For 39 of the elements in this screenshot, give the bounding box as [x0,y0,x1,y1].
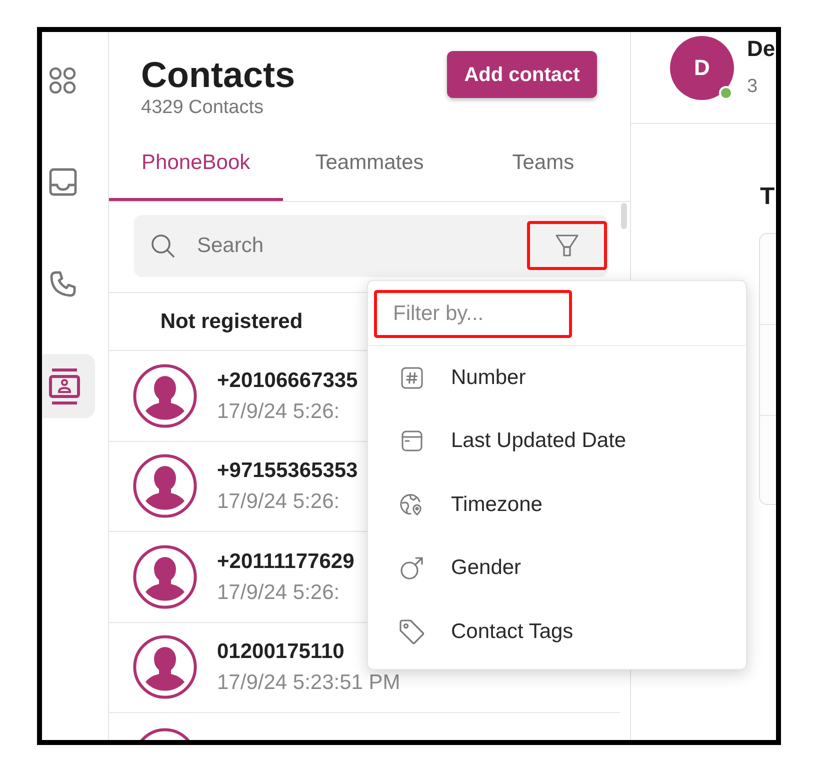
contact-number: +20111177629 [217,548,354,575]
grid-icon [49,66,76,94]
scrollbar-thumb[interactable] [621,203,627,229]
contact-avatar: D [670,36,734,100]
page-title: Contacts [141,55,296,95]
person-avatar-icon [133,544,197,609]
filter-field[interactable]: Filter by... [374,290,572,338]
tab[interactable]: Teams [456,139,630,201]
globe-pin-icon [400,492,424,517]
contact-name: De [747,36,776,62]
contact-number: +20106667335 [217,368,358,394]
tab[interactable]: PhoneBook [109,139,283,201]
filter-button[interactable] [527,221,607,270]
contact-updated-time: 17/9/24 5:23:51 PM [217,670,400,696]
contact-count: 4329 Contacts [141,98,265,118]
contact-number: +97155365353 [217,458,358,484]
male-symbol-icon [400,556,424,580]
tab[interactable]: Teammates [282,139,456,201]
contact-updated-time: 17/9/24 5:26: [217,398,340,425]
add-contact-button[interactable]: Add contact [447,51,597,98]
nav-button[interactable] [42,354,95,418]
search-icon [151,234,175,258]
person-avatar-icon [133,635,197,700]
person-avatar-icon [133,454,197,518]
funnel-icon [555,234,579,257]
search-field[interactable]: Search [134,215,608,277]
inbox-icon [49,168,77,196]
tag-icon [399,618,425,645]
contact-subtitle: 3 [747,75,758,99]
contact-updated-time: 17/9/24 5:26: [217,489,340,516]
contact-number: 01200175110 [217,639,344,666]
section-heading: T [760,182,775,212]
contact-updated-time: 17/9/24 5:26: [217,580,340,606]
phone-icon [49,270,77,298]
hash-icon [401,366,423,389]
person-avatar-icon [133,364,197,428]
segment-tab[interactable]: Not registered [109,293,354,350]
contacts-icon [49,368,80,404]
calendar-icon [401,430,423,452]
